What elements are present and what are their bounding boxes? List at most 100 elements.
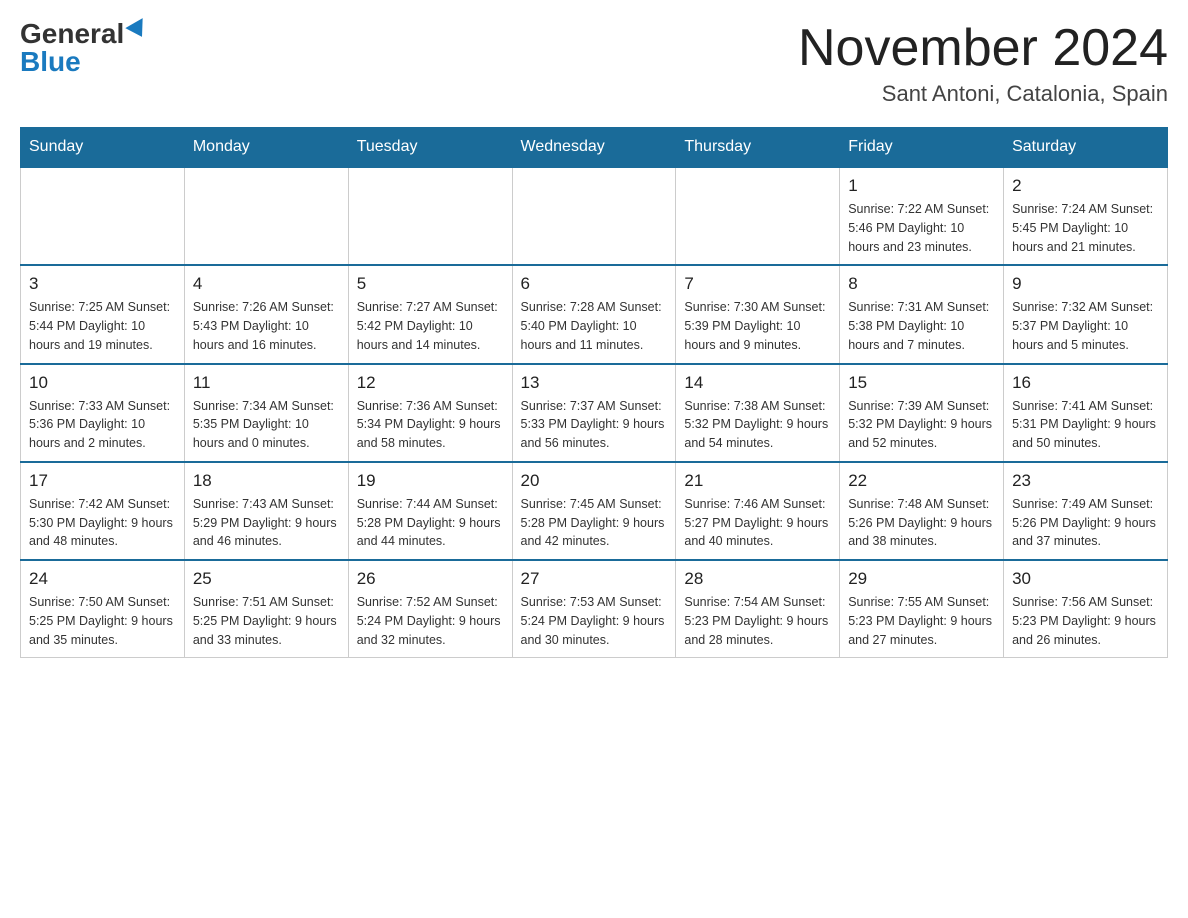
calendar-cell: 1Sunrise: 7:22 AM Sunset: 5:46 PM Daylig…: [840, 167, 1004, 265]
calendar-cell: [348, 167, 512, 265]
day-info: Sunrise: 7:36 AM Sunset: 5:34 PM Dayligh…: [357, 397, 504, 453]
day-number: 21: [684, 471, 831, 491]
calendar-cell: 5Sunrise: 7:27 AM Sunset: 5:42 PM Daylig…: [348, 265, 512, 363]
day-info: Sunrise: 7:49 AM Sunset: 5:26 PM Dayligh…: [1012, 495, 1159, 551]
calendar-cell: [512, 167, 676, 265]
day-number: 17: [29, 471, 176, 491]
day-number: 1: [848, 176, 995, 196]
day-info: Sunrise: 7:46 AM Sunset: 5:27 PM Dayligh…: [684, 495, 831, 551]
day-info: Sunrise: 7:50 AM Sunset: 5:25 PM Dayligh…: [29, 593, 176, 649]
day-info: Sunrise: 7:55 AM Sunset: 5:23 PM Dayligh…: [848, 593, 995, 649]
calendar-header-saturday: Saturday: [1004, 128, 1168, 168]
calendar-header-tuesday: Tuesday: [348, 128, 512, 168]
day-number: 27: [521, 569, 668, 589]
calendar-cell: [184, 167, 348, 265]
day-info: Sunrise: 7:48 AM Sunset: 5:26 PM Dayligh…: [848, 495, 995, 551]
calendar-header-wednesday: Wednesday: [512, 128, 676, 168]
day-number: 11: [193, 373, 340, 393]
day-info: Sunrise: 7:28 AM Sunset: 5:40 PM Dayligh…: [521, 298, 668, 354]
day-info: Sunrise: 7:53 AM Sunset: 5:24 PM Dayligh…: [521, 593, 668, 649]
logo: General Blue: [20, 20, 148, 76]
day-number: 18: [193, 471, 340, 491]
day-number: 8: [848, 274, 995, 294]
calendar-cell: 23 Sunrise: 7:49 AM Sunset: 5:26 PM Dayli…: [1004, 462, 1168, 560]
calendar-cell: 13 Sunrise: 7:37 AM Sunset: 5:33 PM Dayli…: [512, 364, 676, 462]
day-info: Sunrise: 7:34 AM Sunset: 5:35 PM Dayligh…: [193, 397, 340, 453]
day-number: 13: [521, 373, 668, 393]
calendar-cell: 7 Sunrise: 7:30 AM Sunset: 5:39 PM Daylig…: [676, 265, 840, 363]
calendar-cell: 29 Sunrise: 7:55 AM Sunset: 5:23 PM Dayli…: [840, 560, 1004, 658]
day-info: Sunrise: 7:33 AM Sunset: 5:36 PM Dayligh…: [29, 397, 176, 453]
calendar-cell: 20 Sunrise: 7:45 AM Sunset: 5:28 PM Dayli…: [512, 462, 676, 560]
day-info: Sunrise: 7:41 AM Sunset: 5:31 PM Dayligh…: [1012, 397, 1159, 453]
calendar-cell: 6Sunrise: 7:28 AM Sunset: 5:40 PM Daylig…: [512, 265, 676, 363]
day-number: 10: [29, 373, 176, 393]
calendar-cell: 8 Sunrise: 7:31 AM Sunset: 5:38 PM Daylig…: [840, 265, 1004, 363]
calendar-cell: 4 Sunrise: 7:26 AM Sunset: 5:43 PM Daylig…: [184, 265, 348, 363]
day-number: 7: [684, 274, 831, 294]
day-number: 23: [1012, 471, 1159, 491]
day-number: 29: [848, 569, 995, 589]
calendar-week-row-5: 24 Sunrise: 7:50 AM Sunset: 5:25 PM Dayli…: [21, 560, 1168, 658]
calendar-header-row: SundayMondayTuesdayWednesdayThursdayFrid…: [21, 128, 1168, 168]
calendar-cell: 24 Sunrise: 7:50 AM Sunset: 5:25 PM Dayli…: [21, 560, 185, 658]
day-number: 22: [848, 471, 995, 491]
calendar-header-sunday: Sunday: [21, 128, 185, 168]
day-info: Sunrise: 7:39 AM Sunset: 5:32 PM Dayligh…: [848, 397, 995, 453]
day-info: Sunrise: 7:37 AM Sunset: 5:33 PM Dayligh…: [521, 397, 668, 453]
calendar-cell: 12 Sunrise: 7:36 AM Sunset: 5:34 PM Dayli…: [348, 364, 512, 462]
calendar-table: SundayMondayTuesdayWednesdayThursdayFrid…: [20, 127, 1168, 658]
day-info: Sunrise: 7:44 AM Sunset: 5:28 PM Dayligh…: [357, 495, 504, 551]
calendar-cell: 16 Sunrise: 7:41 AM Sunset: 5:31 PM Dayli…: [1004, 364, 1168, 462]
calendar-cell: 28 Sunrise: 7:54 AM Sunset: 5:23 PM Dayli…: [676, 560, 840, 658]
day-number: 19: [357, 471, 504, 491]
calendar-cell: 22 Sunrise: 7:48 AM Sunset: 5:26 PM Dayli…: [840, 462, 1004, 560]
day-number: 26: [357, 569, 504, 589]
day-number: 30: [1012, 569, 1159, 589]
logo-general-text: General: [20, 20, 124, 48]
day-number: 12: [357, 373, 504, 393]
day-info: Sunrise: 7:25 AM Sunset: 5:44 PM Dayligh…: [29, 298, 176, 354]
day-number: 4: [193, 274, 340, 294]
calendar-cell: 25Sunrise: 7:51 AM Sunset: 5:25 PM Dayli…: [184, 560, 348, 658]
calendar-week-row-1: 1Sunrise: 7:22 AM Sunset: 5:46 PM Daylig…: [21, 167, 1168, 265]
month-title: November 2024: [798, 20, 1168, 77]
day-info: Sunrise: 7:54 AM Sunset: 5:23 PM Dayligh…: [684, 593, 831, 649]
calendar-cell: 18Sunrise: 7:43 AM Sunset: 5:29 PM Dayli…: [184, 462, 348, 560]
calendar-week-row-4: 17 Sunrise: 7:42 AM Sunset: 5:30 PM Dayli…: [21, 462, 1168, 560]
day-number: 9: [1012, 274, 1159, 294]
calendar-cell: 27 Sunrise: 7:53 AM Sunset: 5:24 PM Dayli…: [512, 560, 676, 658]
day-number: 16: [1012, 373, 1159, 393]
calendar-cell: 19 Sunrise: 7:44 AM Sunset: 5:28 PM Dayli…: [348, 462, 512, 560]
day-number: 3: [29, 274, 176, 294]
day-info: Sunrise: 7:31 AM Sunset: 5:38 PM Dayligh…: [848, 298, 995, 354]
day-number: 5: [357, 274, 504, 294]
calendar-cell: 30Sunrise: 7:56 AM Sunset: 5:23 PM Dayli…: [1004, 560, 1168, 658]
day-info: Sunrise: 7:52 AM Sunset: 5:24 PM Dayligh…: [357, 593, 504, 649]
day-info: Sunrise: 7:38 AM Sunset: 5:32 PM Dayligh…: [684, 397, 831, 453]
calendar-cell: 15 Sunrise: 7:39 AM Sunset: 5:32 PM Dayli…: [840, 364, 1004, 462]
day-info: Sunrise: 7:42 AM Sunset: 5:30 PM Dayligh…: [29, 495, 176, 551]
day-number: 24: [29, 569, 176, 589]
day-number: 25: [193, 569, 340, 589]
day-info: Sunrise: 7:24 AM Sunset: 5:45 PM Dayligh…: [1012, 200, 1159, 256]
day-number: 2: [1012, 176, 1159, 196]
day-number: 15: [848, 373, 995, 393]
day-number: 20: [521, 471, 668, 491]
page-header: General Blue November 2024 Sant Antoni, …: [20, 20, 1168, 107]
location: Sant Antoni, Catalonia, Spain: [798, 81, 1168, 107]
calendar-header-friday: Friday: [840, 128, 1004, 168]
calendar-cell: [676, 167, 840, 265]
calendar-cell: 9Sunrise: 7:32 AM Sunset: 5:37 PM Daylig…: [1004, 265, 1168, 363]
title-block: November 2024 Sant Antoni, Catalonia, Sp…: [798, 20, 1168, 107]
day-info: Sunrise: 7:30 AM Sunset: 5:39 PM Dayligh…: [684, 298, 831, 354]
logo-blue-text: Blue: [20, 48, 81, 76]
calendar-week-row-3: 10 Sunrise: 7:33 AM Sunset: 5:36 PM Dayli…: [21, 364, 1168, 462]
calendar-cell: 11 Sunrise: 7:34 AM Sunset: 5:35 PM Dayli…: [184, 364, 348, 462]
day-number: 28: [684, 569, 831, 589]
calendar-week-row-2: 3 Sunrise: 7:25 AM Sunset: 5:44 PM Daylig…: [21, 265, 1168, 363]
calendar-cell: [21, 167, 185, 265]
day-info: Sunrise: 7:26 AM Sunset: 5:43 PM Dayligh…: [193, 298, 340, 354]
day-info: Sunrise: 7:45 AM Sunset: 5:28 PM Dayligh…: [521, 495, 668, 551]
calendar-cell: 21 Sunrise: 7:46 AM Sunset: 5:27 PM Dayli…: [676, 462, 840, 560]
